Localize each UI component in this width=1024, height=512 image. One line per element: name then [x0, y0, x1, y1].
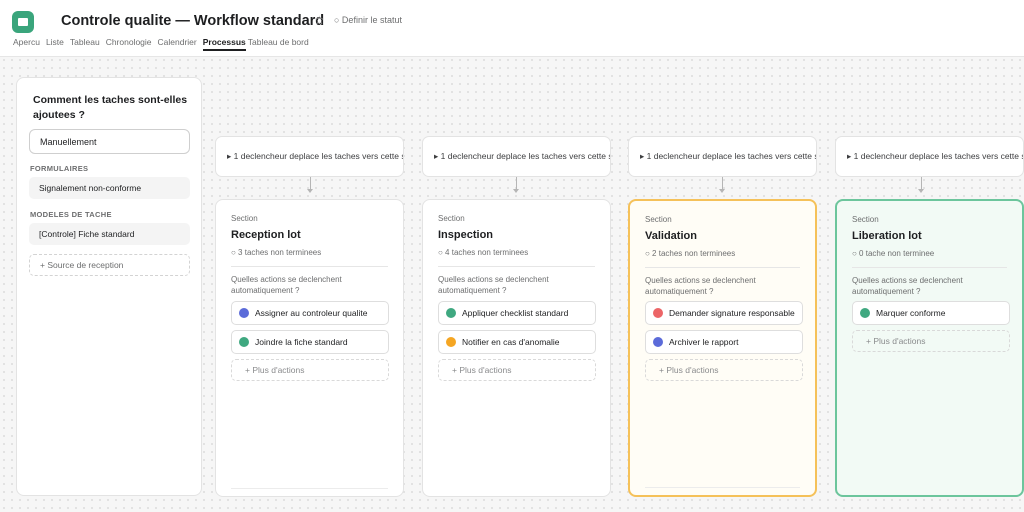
task-count: ○ 0 tache non terminee [852, 249, 935, 258]
task-count: ○ 4 taches non terminees [438, 248, 529, 257]
divider [231, 266, 388, 267]
section-label: Section [852, 215, 879, 224]
intake-question: Comment les taches sont-elles ajoutees ? [33, 94, 188, 121]
action-label: Notifier en cas d'anomalie [462, 337, 560, 347]
section-name[interactable]: Inspection [438, 229, 493, 241]
tab-tableau-de-bord[interactable]: Tableau de bord [248, 37, 309, 51]
action-dot-icon [653, 337, 663, 347]
star-icon[interactable]: ☆ [314, 13, 325, 27]
project-header: Controle qualite — Workflow standard ☆ ○… [0, 0, 1024, 57]
action-label: Archiver le rapport [669, 337, 739, 347]
trigger-card[interactable]: ▸ 1 declencheur deplace les taches vers … [215, 136, 404, 177]
action-dot-icon [239, 308, 249, 318]
forms-heading: FORMULAIRES [30, 164, 89, 173]
action-dot-icon [860, 308, 870, 318]
tab-processus[interactable]: Processus [202, 37, 246, 51]
action-label: Marquer conforme [876, 308, 946, 318]
task-count: ○ 2 taches non terminees [645, 249, 736, 258]
project-icon[interactable] [12, 11, 34, 33]
section-label: Section [231, 214, 258, 223]
more-actions-button[interactable]: + Plus d'actions [645, 359, 803, 381]
rules-question: Quelles actions se declenchent automatiq… [438, 275, 549, 295]
rules-question: Quelles actions se declenchent automatiq… [852, 276, 963, 296]
arrow-down-icon [918, 189, 924, 193]
action-chip[interactable]: Demander signature responsable [645, 301, 803, 325]
more-actions-button[interactable]: + Plus d'actions [438, 359, 596, 381]
tab-tableau[interactable]: Tableau [70, 37, 100, 51]
section-label: Section [438, 214, 465, 223]
section-card-validation[interactable]: Section Validation ○ 2 taches non termin… [628, 199, 817, 497]
divider [645, 267, 800, 268]
action-chip[interactable]: Appliquer checklist standard [438, 301, 596, 325]
action-chip[interactable]: Archiver le rapport [645, 330, 803, 354]
more-actions-button[interactable]: + Plus d'actions [231, 359, 389, 381]
section-name[interactable]: Validation [645, 230, 697, 242]
tab-apercu[interactable]: Apercu [13, 37, 40, 51]
action-label: Appliquer checklist standard [462, 308, 569, 318]
trigger-card[interactable]: ▸ 1 declencheur deplace les taches vers … [422, 136, 611, 177]
add-source-button[interactable]: + Source de reception [29, 254, 190, 276]
project-title[interactable]: Controle qualite — Workflow standard [61, 13, 324, 29]
divider [645, 487, 800, 488]
trigger-card[interactable]: ▸ 1 declencheur deplace les taches vers … [835, 136, 1024, 177]
intake-method-select[interactable]: Manuellement [29, 129, 190, 154]
action-chip[interactable]: Joindre la fiche standard [231, 330, 389, 354]
action-dot-icon [239, 337, 249, 347]
rules-question: Quelles actions se declenchent automatiq… [231, 275, 342, 295]
action-chip[interactable]: Notifier en cas d'anomalie [438, 330, 596, 354]
section-card-reception-lot[interactable]: Section Reception lot ○ 3 taches non ter… [215, 199, 404, 497]
form-item[interactable]: Signalement non-conforme [29, 177, 190, 199]
tab-liste[interactable]: Liste [46, 37, 64, 51]
action-label: Demander signature responsable [669, 308, 795, 318]
tab-calendrier[interactable]: Calendrier [158, 37, 197, 51]
section-name[interactable]: Reception lot [231, 229, 301, 241]
action-chip[interactable]: Marquer conforme [852, 301, 1010, 325]
section-label: Section [645, 215, 672, 224]
action-label: Assigner au controleur qualite [255, 308, 368, 318]
section-card-liberation-lot[interactable]: Section Liberation lot ○ 0 tache non ter… [835, 199, 1024, 497]
divider [852, 267, 1007, 268]
arrow-down-icon [513, 189, 519, 193]
arrow-down-icon [307, 189, 313, 193]
action-label: Joindre la fiche standard [255, 337, 348, 347]
template-item[interactable]: [Controle] Fiche standard [29, 223, 190, 245]
more-actions-button[interactable]: + Plus d'actions [852, 330, 1010, 352]
trigger-card[interactable]: ▸ 1 declencheur deplace les taches vers … [628, 136, 817, 177]
templates-heading: MODELES DE TACHE [30, 210, 112, 219]
task-intake-panel: Comment les taches sont-elles ajoutees ?… [16, 77, 202, 496]
divider [438, 266, 595, 267]
action-dot-icon [446, 337, 456, 347]
rules-question: Quelles actions se declenchent automatiq… [645, 276, 756, 296]
set-status-button[interactable]: ○ Definir le statut [334, 15, 402, 25]
divider [231, 488, 388, 489]
section-card-inspection[interactable]: Section Inspection ○ 4 taches non termin… [422, 199, 611, 497]
task-count: ○ 3 taches non terminees [231, 248, 322, 257]
project-tabs: Apercu Liste Tableau Chronologie Calendr… [13, 37, 315, 51]
section-name[interactable]: Liberation lot [852, 230, 922, 242]
arrow-down-icon [719, 189, 725, 193]
tab-chronologie[interactable]: Chronologie [106, 37, 152, 51]
action-dot-icon [653, 308, 663, 318]
action-chip[interactable]: Assigner au controleur qualite [231, 301, 389, 325]
action-dot-icon [446, 308, 456, 318]
